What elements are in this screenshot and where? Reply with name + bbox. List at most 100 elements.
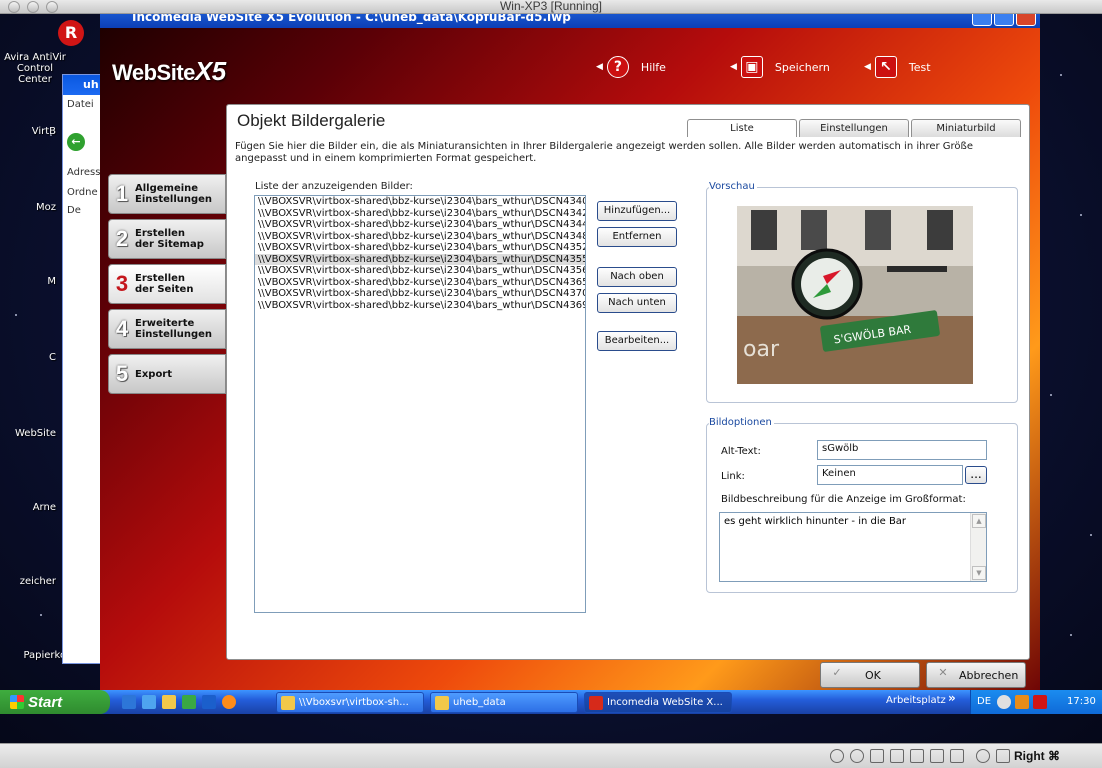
desktop-icon-arne[interactable]: Arne bbox=[0, 502, 56, 513]
tab-list[interactable]: Liste bbox=[687, 119, 797, 137]
hdd-icon[interactable] bbox=[830, 749, 844, 763]
app-title: Incomedia WebSite X5 Evolution - C:\uheb… bbox=[132, 14, 571, 24]
list-item[interactable]: \\VBOXSVR\virtbox-shared\bbz-kurse\i2304… bbox=[255, 242, 585, 254]
description-textarea[interactable]: es geht wirklich hinunter - in die Bar ▲… bbox=[719, 512, 987, 582]
display-icon[interactable] bbox=[950, 749, 964, 763]
step-advanced-settings[interactable]: 4 Erweiterte Einstellungen bbox=[108, 309, 226, 349]
start-button[interactable]: Start bbox=[0, 690, 110, 714]
ok-button[interactable]: ✓ OK bbox=[820, 662, 920, 688]
dropdown-arrow-icon: ◀ bbox=[730, 62, 737, 72]
usb-icon[interactable] bbox=[890, 749, 904, 763]
step-number: 4 bbox=[115, 316, 129, 341]
image-list[interactable]: \\VBOXSVR\virtbox-shared\bbz-kurse\i2304… bbox=[254, 195, 586, 613]
move-down-button[interactable]: Nach unten bbox=[597, 293, 677, 313]
svg-text:oar: oar bbox=[743, 337, 780, 362]
scroll-up-icon[interactable]: ▲ bbox=[972, 514, 986, 528]
guest-screen: R Avira AntiVir Control Center VirtB Moz… bbox=[0, 14, 1102, 743]
desktop-icon-website[interactable]: WebSite bbox=[0, 428, 56, 439]
desktop-icon-avira[interactable]: Avira AntiVir Control Center bbox=[0, 52, 70, 85]
folder-icon bbox=[281, 695, 295, 710]
dropdown-arrow-icon: ◀ bbox=[596, 62, 603, 72]
language-indicator[interactable]: DE bbox=[977, 696, 991, 707]
quicklaunch-ie-icon[interactable] bbox=[122, 695, 136, 709]
maximize-button[interactable] bbox=[994, 14, 1014, 26]
scroll-down-icon[interactable]: ▼ bbox=[972, 566, 986, 580]
taskbar-item-website-x5[interactable]: Incomedia WebSite X... bbox=[584, 692, 732, 713]
vbox-tray-icon[interactable] bbox=[997, 695, 1011, 709]
list-item[interactable]: \\VBOXSVR\virtbox-shared\bbz-kurse\i2304… bbox=[255, 277, 585, 289]
step-pages[interactable]: 3 Erstellen der Seiten bbox=[108, 264, 226, 304]
edit-button[interactable]: Bearbeiten... bbox=[597, 331, 677, 351]
desktop-icon-virtb[interactable]: VirtB bbox=[0, 126, 56, 137]
taskbar-item-uheb-data[interactable]: uheb_data bbox=[430, 692, 578, 713]
explorer-tree-root[interactable]: De bbox=[67, 205, 81, 216]
chevron-right-icon[interactable]: » bbox=[948, 691, 956, 705]
back-arrow-icon[interactable]: ← bbox=[67, 133, 85, 151]
remove-button[interactable]: Entfernen bbox=[597, 227, 677, 247]
tab-thumbnail[interactable]: Miniaturbild bbox=[911, 119, 1021, 137]
link-input[interactable]: Keinen bbox=[817, 465, 963, 485]
list-item[interactable]: \\VBOXSVR\virtbox-shared\bbz-kurse\i2304… bbox=[255, 265, 585, 277]
step-number: 3 bbox=[115, 271, 129, 296]
security-tray-icon[interactable] bbox=[1015, 695, 1029, 709]
taskbar-item-vboxsvr[interactable]: \\Vboxsvr\virtbox-sh... bbox=[276, 692, 424, 713]
close-button[interactable] bbox=[1016, 14, 1036, 26]
website-x5-window: Incomedia WebSite X5 Evolution - C:\uheb… bbox=[100, 14, 1040, 702]
keyboard-arrow-icon[interactable] bbox=[996, 749, 1010, 763]
help-button[interactable]: ◀ ? Hilfe bbox=[596, 55, 666, 79]
test-label: Test bbox=[908, 60, 931, 74]
step-sitemap[interactable]: 2 Erstellen der Sitemap bbox=[108, 219, 226, 259]
ok-label: OK bbox=[865, 668, 881, 682]
capture-icon[interactable] bbox=[976, 749, 990, 763]
shared-folder-icon[interactable] bbox=[930, 749, 944, 763]
alt-text-input[interactable]: sGwölb bbox=[817, 440, 987, 460]
desktop-icon-zeicher[interactable]: zeicher bbox=[0, 576, 56, 587]
desktop-icon-m[interactable]: M bbox=[0, 276, 56, 287]
explorer-menu[interactable]: Datei bbox=[67, 99, 94, 110]
step-label: Erstellen der Seiten bbox=[135, 273, 194, 295]
minimize-button[interactable] bbox=[972, 14, 992, 26]
list-item[interactable]: \\VBOXSVR\virtbox-shared\bbz-kurse\i2304… bbox=[255, 219, 585, 231]
host-key-label: Right ⌘ bbox=[1014, 749, 1060, 763]
step-general-settings[interactable]: 1 Allgemeine Einstellungen bbox=[108, 174, 226, 214]
avira-tray-icon[interactable] bbox=[1033, 695, 1047, 709]
cancel-label: Abbrechen bbox=[959, 668, 1019, 682]
network-icon[interactable] bbox=[910, 749, 924, 763]
explorer-folders-label: Ordne bbox=[67, 187, 98, 198]
tab-bar: Liste Einstellungen Miniaturbild bbox=[687, 119, 1021, 137]
list-item[interactable]: \\VBOXSVR\virtbox-shared\bbz-kurse\i2304… bbox=[255, 196, 585, 208]
test-button[interactable]: ◀ ↖ Test bbox=[864, 55, 931, 79]
list-item[interactable]: \\VBOXSVR\virtbox-shared\bbz-kurse\i2304… bbox=[255, 300, 585, 312]
quicklaunch-firefox-icon[interactable] bbox=[222, 695, 236, 709]
description-scrollbar[interactable]: ▲ ▼ bbox=[970, 513, 986, 581]
cancel-button[interactable]: ✕ Abbrechen bbox=[926, 662, 1026, 688]
step-number: 2 bbox=[115, 226, 129, 251]
quicklaunch-desktop-icon[interactable] bbox=[142, 695, 156, 709]
list-item-selected[interactable]: \\VBOXSVR\virtbox-shared\bbz-kurse\i2304… bbox=[255, 253, 585, 265]
panel-description: Fügen Sie hier die Bilder ein, die als M… bbox=[235, 141, 973, 164]
link-browse-button[interactable]: ... bbox=[965, 466, 987, 484]
step-export[interactable]: 5 Export bbox=[108, 354, 226, 394]
cd-icon[interactable] bbox=[850, 749, 864, 763]
move-up-button[interactable]: Nach oben bbox=[597, 267, 677, 287]
list-item[interactable]: \\VBOXSVR\virtbox-shared\bbz-kurse\i2304… bbox=[255, 231, 585, 243]
floppy-icon[interactable] bbox=[870, 749, 884, 763]
system-tray: DE 17:30 bbox=[970, 690, 1102, 714]
list-item[interactable]: \\VBOXSVR\virtbox-shared\bbz-kurse\i2304… bbox=[255, 208, 585, 220]
list-item[interactable]: \\VBOXSVR\virtbox-shared\bbz-kurse\i2304… bbox=[255, 288, 585, 300]
save-button[interactable]: ◀ ▣ Speichern bbox=[730, 55, 830, 79]
desktop-icon-moz[interactable]: Moz bbox=[0, 202, 56, 213]
quicklaunch-folder-icon[interactable] bbox=[162, 695, 176, 709]
host-statusbar: Right ⌘ bbox=[0, 743, 1102, 768]
tab-settings[interactable]: Einstellungen bbox=[799, 119, 909, 137]
description-text: es geht wirklich hinunter - in die Bar bbox=[724, 516, 907, 527]
add-button[interactable]: Hinzufügen... bbox=[597, 201, 677, 221]
dropdown-arrow-icon: ◀ bbox=[864, 62, 871, 72]
preview-image: oar S'GWÖLB BAR bbox=[737, 206, 973, 384]
host-window-title: Win-XP3 [Running] bbox=[499, 0, 603, 13]
quicklaunch-excel-icon[interactable] bbox=[182, 695, 196, 709]
quicklaunch-browser-icon[interactable] bbox=[202, 695, 216, 709]
avira-icon[interactable]: R bbox=[58, 20, 84, 46]
toolbar-label[interactable]: Arbeitsplatz bbox=[886, 695, 946, 706]
desktop-icon-c[interactable]: C bbox=[0, 352, 56, 363]
